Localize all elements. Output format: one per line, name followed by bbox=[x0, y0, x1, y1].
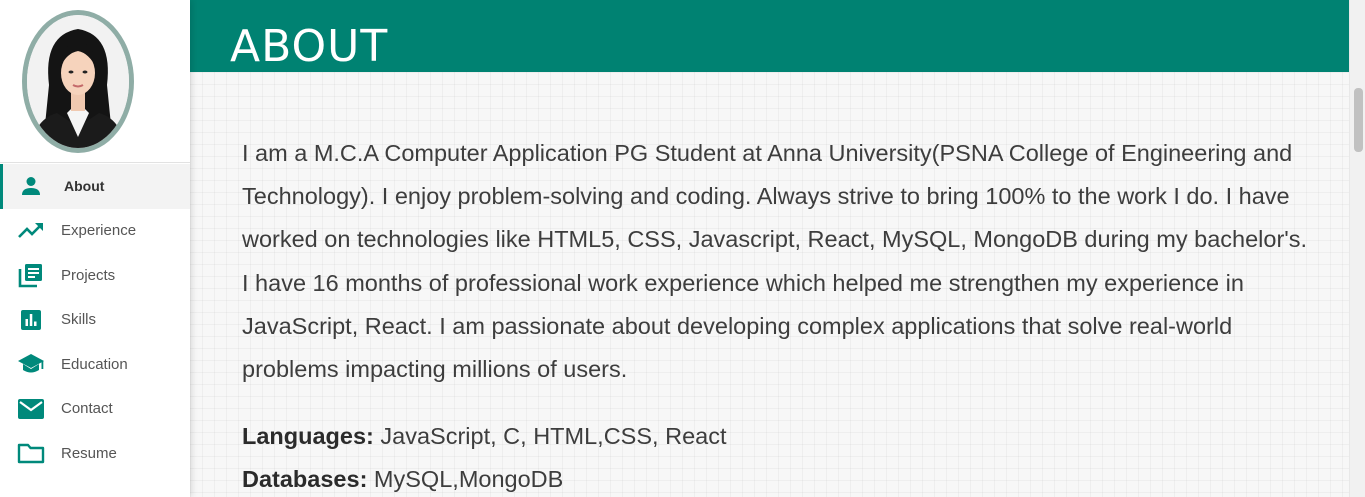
sidebar-item-label: Projects bbox=[61, 266, 116, 284]
sidebar-item-label: Resume bbox=[61, 444, 117, 462]
sidebar-divider bbox=[0, 162, 190, 163]
trending-up-icon bbox=[17, 217, 45, 245]
profile-photo bbox=[27, 15, 129, 148]
sidebar-item-about[interactable]: About bbox=[0, 164, 190, 209]
graduation-cap-icon bbox=[17, 350, 45, 378]
sidebar-item-projects[interactable]: Projects bbox=[0, 253, 190, 298]
person-icon bbox=[17, 172, 45, 200]
databases-label: Databases: bbox=[242, 466, 368, 492]
databases-value: MySQL,MongoDB bbox=[367, 466, 564, 492]
sidebar-nav: About Experience Projects Skills Educati… bbox=[0, 164, 190, 476]
mail-icon bbox=[17, 395, 45, 423]
section-header: ABOUT bbox=[190, 0, 1349, 72]
sidebar-item-resume[interactable]: Resume bbox=[0, 431, 190, 476]
scrollbar-thumb[interactable] bbox=[1354, 88, 1363, 152]
avatar bbox=[27, 15, 129, 148]
sidebar: About Experience Projects Skills Educati… bbox=[0, 0, 190, 497]
sidebar-item-label: Experience bbox=[61, 222, 137, 240]
main-content: ABOUT I am a M.C.A Computer Application … bbox=[190, 0, 1349, 497]
sidebar-item-experience[interactable]: Experience bbox=[0, 209, 190, 254]
languages-label: Languages: bbox=[242, 423, 374, 449]
languages-value: JavaScript, C, HTML,CSS, React bbox=[373, 423, 727, 449]
sidebar-item-skills[interactable]: Skills bbox=[0, 298, 190, 343]
portfolio-page: About Experience Projects Skills Educati… bbox=[0, 0, 1365, 497]
languages-line: Languages: JavaScript, C, HTML,CSS, Reac… bbox=[242, 423, 726, 450]
bar-chart-icon bbox=[17, 306, 45, 334]
library-books-icon bbox=[17, 261, 45, 289]
sidebar-item-label: Education bbox=[61, 355, 128, 373]
about-paragraph: I am a M.C.A Computer Application PG Stu… bbox=[242, 140, 1308, 383]
vertical-scrollbar[interactable] bbox=[1349, 0, 1365, 497]
databases-line: Databases: MySQL,MongoDB bbox=[242, 466, 563, 493]
sidebar-item-label: Contact bbox=[61, 400, 113, 418]
sidebar-item-label: About bbox=[64, 178, 105, 195]
sidebar-item-contact[interactable]: Contact bbox=[0, 387, 190, 432]
page-title: ABOUT bbox=[230, 21, 389, 72]
sidebar-item-education[interactable]: Education bbox=[0, 342, 190, 387]
sidebar-item-label: Skills bbox=[61, 311, 97, 329]
avatar-frame bbox=[22, 10, 134, 153]
folder-icon bbox=[17, 439, 45, 467]
